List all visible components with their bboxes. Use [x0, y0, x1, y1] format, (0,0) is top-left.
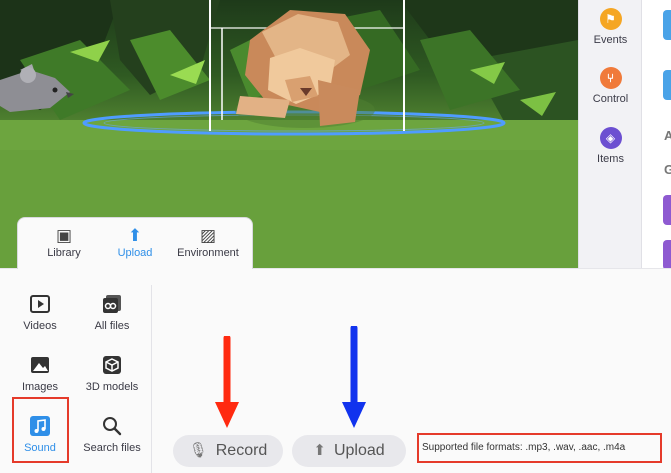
subnav-sound[interactable]: Sound: [6, 415, 74, 454]
image-icon: [31, 357, 49, 373]
all-files-icon: [103, 295, 121, 313]
cube-model-icon: [103, 356, 121, 374]
upload-arrow-icon: ⬆: [313, 442, 326, 459]
category-control-label: Control: [592, 93, 629, 105]
upload-button-label: Upload: [333, 442, 385, 459]
section-heading-g: G: [664, 162, 671, 177]
tab-library[interactable]: ▣ Library: [36, 218, 92, 270]
code-block[interactable]: [663, 70, 671, 100]
environment-icon: ▨: [199, 226, 217, 245]
library-icon: ▣: [55, 226, 73, 245]
upload-file-type-nav: Videos All files Images 3D models Sound …: [0, 285, 152, 473]
subnav-search-files-label: Search files: [83, 442, 141, 454]
upload-icon: ⬆: [127, 226, 143, 245]
subnav-videos-label: Videos: [23, 320, 57, 332]
cube-icon: ◈: [599, 127, 622, 149]
microphone-icon: 🎙: [188, 442, 208, 459]
search-icon: [103, 417, 122, 436]
subnav-search-files[interactable]: Search files: [78, 415, 146, 454]
upload-button[interactable]: ⬆ Upload: [292, 435, 406, 467]
subnav-sound-label: Sound: [24, 442, 56, 454]
blue-annotation-arrow: [342, 326, 366, 428]
subnav-videos[interactable]: Videos: [6, 293, 74, 332]
tab-library-label: Library: [47, 247, 81, 259]
subnav-images[interactable]: Images: [6, 354, 74, 393]
subnav-all-files-label: All files: [94, 320, 130, 332]
red-annotation-arrow: [215, 336, 239, 428]
record-button-label: Record: [215, 442, 268, 459]
assets-tab-bar: ▣ Library ⬆ Upload ▨ Environment: [17, 217, 253, 269]
category-events[interactable]: ⚑ Events: [579, 8, 642, 46]
tab-upload-label: Upload: [117, 247, 153, 259]
subnav-all-files[interactable]: All files: [78, 293, 146, 332]
code-block[interactable]: [663, 195, 671, 225]
category-events-label: Events: [593, 34, 628, 46]
code-block[interactable]: [663, 240, 671, 270]
subnav-3d-models[interactable]: 3D models: [78, 354, 146, 393]
subnav-images-label: Images: [21, 381, 59, 393]
tab-environment[interactable]: ▨ Environment: [170, 218, 246, 270]
tab-upload[interactable]: ⬆ Upload: [106, 218, 164, 270]
branch-icon: ⑂: [599, 67, 622, 89]
category-control[interactable]: ⑂ Control: [579, 67, 642, 105]
block-category-panel: ⚑ Events ⑂ Control ◈ Items: [578, 0, 641, 268]
block-list-panel: A G: [641, 0, 671, 270]
category-items[interactable]: ◈ Items: [579, 127, 642, 165]
subnav-3d-models-label: 3D models: [85, 381, 139, 393]
code-block[interactable]: [663, 10, 671, 40]
record-button[interactable]: 🎙 Record: [173, 435, 283, 467]
supported-formats-label: Supported file formats: .mp3, .wav, .aac…: [417, 433, 662, 463]
music-note-icon: [30, 416, 50, 436]
video-icon: [30, 295, 50, 313]
category-items-label: Items: [597, 153, 624, 165]
tab-environment-label: Environment: [177, 247, 239, 259]
flag-icon: ⚑: [599, 8, 622, 30]
section-heading-a: A: [664, 128, 671, 143]
